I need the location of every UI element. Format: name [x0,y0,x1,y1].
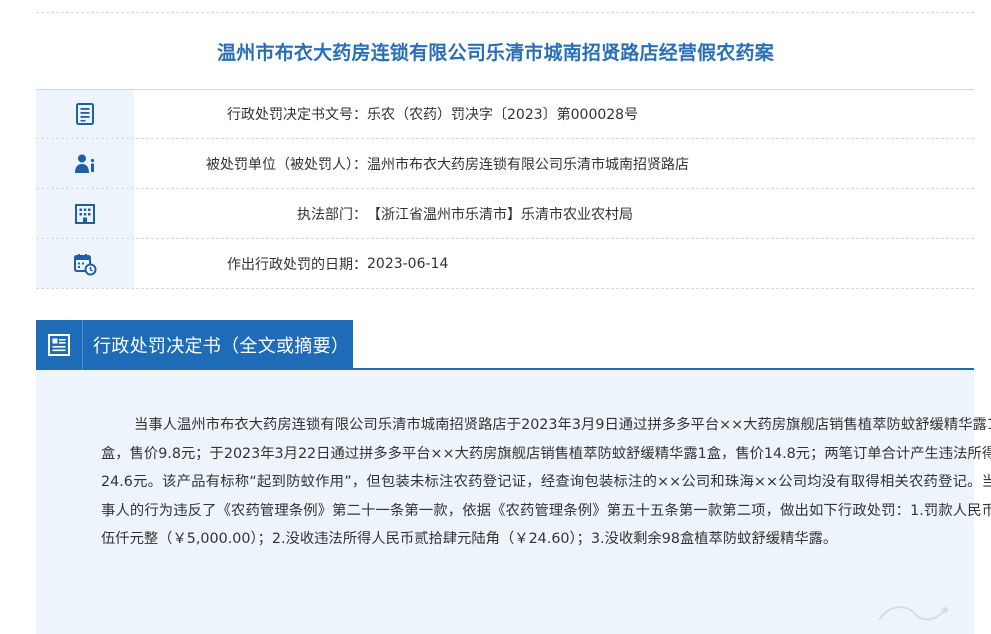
decision-body-text: 当事人温州市布衣大药房连锁有限公司乐清市城南招贤路店于2023年3月9日通过拼多… [101,417,991,547]
info-value: 乐农（农药）罚决字〔2023〕第000028号 [367,107,639,123]
section-title: 行政处罚决定书（全文或摘要） [93,336,350,357]
info-value: 温州市布衣大药房连锁有限公司乐清市城南招贤路店 [367,156,689,173]
watermark-logo-icon [859,600,969,628]
info-row-penalized-party: 被处罚单位（被处罚人）： 温州市布衣大药房连锁有限公司乐清市城南招贤路店 [36,139,974,189]
document-list-icon [36,90,134,138]
decision-section-header: 行政处罚决定书（全文或摘要） [36,320,353,370]
info-value: 2023-06-14 [367,255,449,272]
info-label: 被处罚单位（被处罚人）： [206,156,367,173]
case-info-table: 行政处罚决定书文号： 乐农（农药）罚决字〔2023〕第000028号 被处罚单位… [36,89,974,289]
top-divider [36,12,974,13]
info-row-document-number: 行政处罚决定书文号： 乐农（农药）罚决字〔2023〕第000028号 [36,89,974,139]
person-info-icon [36,139,134,188]
info-label: 执法部门： [297,206,367,223]
info-label: 行政处罚决定书文号： [227,107,367,123]
decision-content-panel: 当事人温州市布衣大药房连锁有限公司乐清市城南招贤路店于2023年3月9日通过拼多… [36,370,991,634]
calendar-clock-icon [36,239,134,288]
info-value: 【浙江省温州市乐清市】乐清市农业农村局 [367,206,633,223]
page-title: 温州市布衣大药房连锁有限公司乐清市城南招贤路店经营假农药案 [217,42,774,64]
info-row-penalty-date: 作出行政处罚的日期： 2023-06-14 [36,239,974,289]
info-label: 作出行政处罚的日期： [227,256,367,273]
info-row-enforcement-dept: 执法部门： 【浙江省温州市乐清市】乐清市农业农村局 [36,189,974,239]
building-icon [36,189,134,238]
document-text-icon [36,320,82,370]
